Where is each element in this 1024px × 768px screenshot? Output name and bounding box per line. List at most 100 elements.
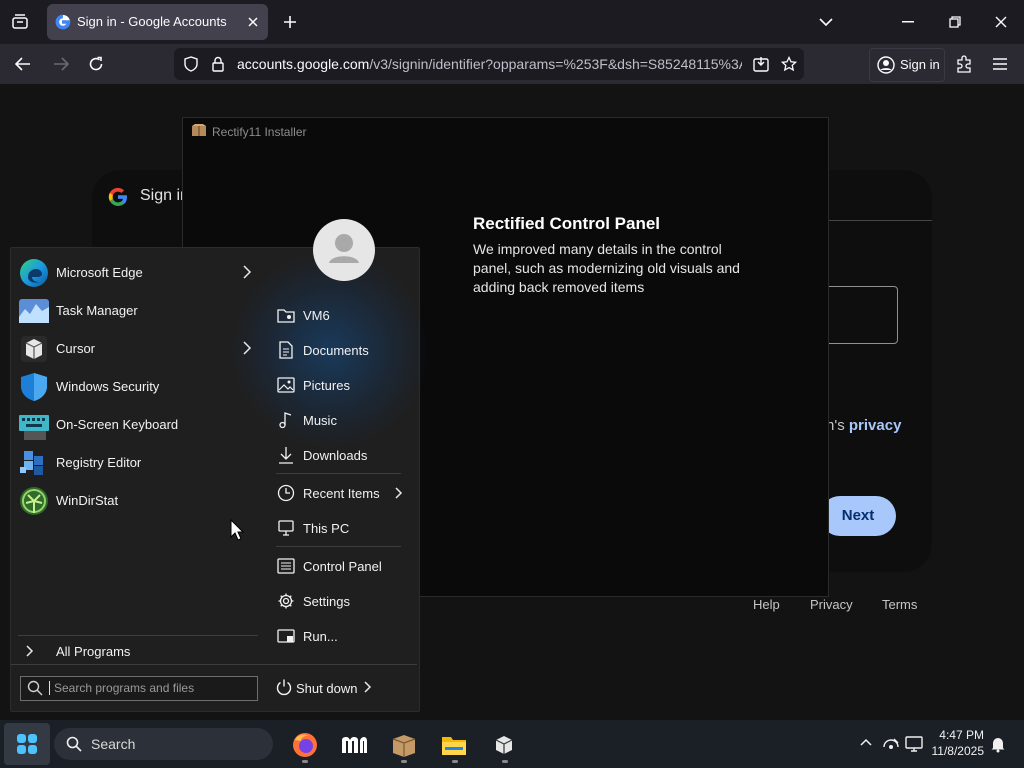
start-item-downloads[interactable]: Downloads [277, 440, 407, 470]
computer-icon [277, 519, 295, 537]
installer-description: We improved many details in the control … [473, 241, 740, 295]
start-item-this-pc[interactable]: This PC [277, 513, 407, 543]
picture-icon [277, 376, 295, 394]
running-indicator [401, 760, 407, 763]
footer-help-link[interactable]: Help [753, 597, 780, 612]
hamburger-menu-icon[interactable] [989, 53, 1011, 75]
program-task-manager[interactable]: Task Manager [18, 294, 263, 328]
music-icon [277, 411, 295, 429]
program-label: WinDirStat [56, 493, 119, 508]
start-item-run[interactable]: Run... [277, 621, 407, 651]
taskbar-installer[interactable] [386, 728, 422, 762]
program-label: Cursor [56, 341, 96, 356]
clock-time: 4:47 PM [939, 728, 984, 742]
chevron-right-icon[interactable] [394, 485, 404, 501]
program-microsoft-edge[interactable]: Microsoft Edge [18, 256, 263, 290]
tracking-shield-icon[interactable] [182, 55, 200, 73]
start-item-label: Settings [303, 594, 350, 609]
mouse-pointer-icon [230, 519, 244, 541]
taskbar-search[interactable]: Search [54, 728, 273, 760]
chevron-right-icon[interactable] [24, 644, 36, 658]
browser-tab-bar: Sign in - Google Accounts [0, 0, 1024, 44]
google-g-icon [55, 14, 71, 30]
extensions-icon[interactable] [953, 53, 975, 75]
cursor-app-icon [18, 333, 50, 365]
gear-icon [277, 592, 295, 610]
network-icon[interactable] [882, 735, 900, 753]
close-window-icon[interactable] [990, 11, 1012, 33]
browser-tab-active[interactable]: Sign in - Google Accounts [47, 4, 268, 40]
power-icon[interactable] [275, 678, 293, 696]
start-search-input[interactable]: Search programs and files [20, 676, 258, 701]
chevron-up-icon[interactable] [859, 737, 873, 751]
footer-privacy-link[interactable]: Privacy [810, 597, 853, 612]
bookmark-star-icon[interactable] [779, 54, 799, 74]
chevron-down-icon[interactable] [815, 11, 837, 33]
google-logo-icon [107, 186, 129, 208]
windows-logo-icon [16, 733, 38, 755]
start-item-label: Pictures [303, 378, 350, 393]
program-windows-security[interactable]: Windows Security [18, 370, 263, 404]
m-logo-icon [340, 733, 368, 757]
start-item-documents[interactable]: Documents [277, 335, 407, 365]
browser-sign-in-button[interactable]: Sign in [869, 48, 945, 82]
start-button[interactable] [4, 723, 50, 765]
program-registry-editor[interactable]: Registry Editor [18, 446, 263, 480]
restore-icon[interactable] [944, 11, 966, 33]
program-on-screen-keyboard[interactable]: On-Screen Keyboard [18, 408, 263, 442]
search-placeholder: Search programs and files [54, 681, 195, 695]
document-icon [277, 341, 295, 359]
url-text[interactable]: accounts.google.com/v3/signin/identifier… [237, 56, 742, 72]
running-indicator [452, 760, 458, 763]
taskbar-file-explorer[interactable] [436, 728, 472, 762]
new-tab-icon[interactable] [279, 11, 301, 33]
running-indicator [302, 760, 308, 763]
notification-bell-icon[interactable] [989, 735, 1007, 753]
close-tab-icon[interactable] [244, 13, 262, 31]
start-item-vm6[interactable]: VM6 [277, 300, 407, 330]
start-item-label: Recent Items [303, 486, 380, 501]
forward-icon[interactable] [50, 53, 72, 75]
program-label: Windows Security [56, 379, 160, 394]
install-app-icon[interactable] [751, 54, 771, 74]
chevron-right-icon[interactable] [241, 340, 253, 356]
all-programs-button[interactable]: All Programs [56, 644, 130, 659]
taskbar-firefox[interactable] [287, 728, 323, 762]
back-icon[interactable] [12, 53, 34, 75]
cursor-app-icon [493, 734, 515, 756]
start-item-settings[interactable]: Settings [277, 586, 407, 616]
clock-date: 11/8/2025 [931, 744, 985, 758]
lock-icon[interactable] [209, 55, 227, 73]
minimize-icon[interactable] [897, 11, 919, 33]
display-icon[interactable] [905, 735, 923, 753]
start-item-label: Run... [303, 629, 338, 644]
program-cursor[interactable]: Cursor [18, 332, 263, 366]
start-item-music[interactable]: Music [277, 405, 407, 435]
footer-terms-link[interactable]: Terms [882, 597, 917, 612]
privacy-text: n's privacy [826, 417, 901, 434]
folder-icon [441, 733, 467, 757]
list-all-tabs-icon[interactable] [8, 10, 32, 34]
start-item-control-panel[interactable]: Control Panel [277, 551, 407, 581]
shutdown-button[interactable]: Shut down [296, 681, 357, 696]
bottom-separator [11, 664, 417, 665]
url-bar[interactable]: accounts.google.com/v3/signin/identifier… [174, 48, 804, 80]
program-windirstat[interactable]: WinDirStat [18, 484, 263, 518]
taskbar-cursor[interactable] [486, 728, 522, 762]
start-item-recent-items[interactable]: Recent Items [277, 478, 407, 508]
edge-icon [18, 257, 50, 289]
chevron-right-icon[interactable] [241, 264, 253, 280]
user-avatar[interactable] [313, 219, 375, 281]
taskbar-clock[interactable]: 4:47 PM 11/8/2025 [928, 727, 985, 759]
program-label: Microsoft Edge [56, 265, 143, 280]
user-folder-icon [277, 306, 295, 324]
installer-heading: Rectified Control Panel [473, 214, 661, 233]
privacy-link[interactable]: privacy [849, 417, 902, 434]
reload-icon[interactable] [85, 53, 107, 75]
taskbar-search-label: Search [91, 736, 136, 752]
chevron-right-icon[interactable] [362, 680, 374, 694]
start-item-pictures[interactable]: Pictures [277, 370, 407, 400]
taskbar-medium-app[interactable] [336, 728, 372, 762]
url-path: /v3/signin/identifier?opparams=%253F&dsh… [369, 56, 742, 72]
next-button[interactable]: Next [820, 496, 896, 536]
